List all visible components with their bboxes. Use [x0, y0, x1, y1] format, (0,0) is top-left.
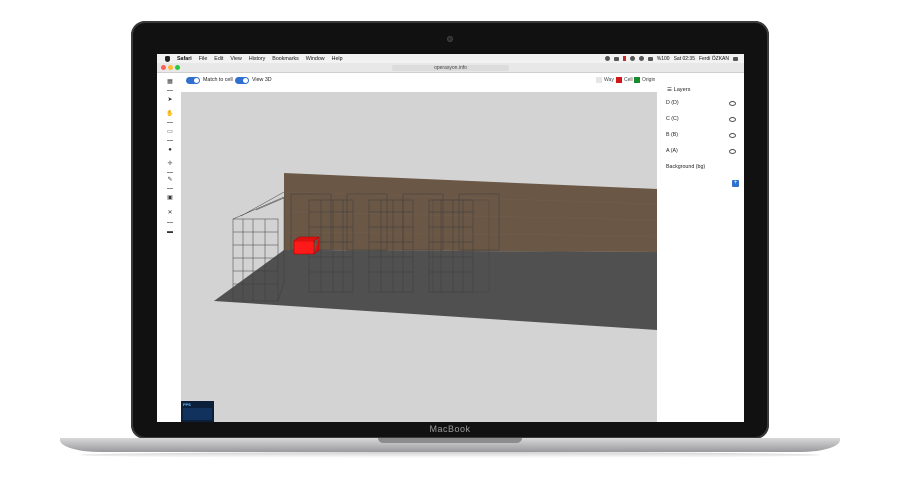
status-icon[interactable]	[613, 56, 619, 61]
divider	[167, 222, 173, 223]
wifi-icon[interactable]	[638, 56, 644, 61]
legend-cell-label: Cell	[624, 77, 633, 83]
scene-canvas[interactable]	[181, 92, 657, 422]
layer-row-background[interactable]: Background (bg)	[666, 163, 736, 171]
layer-row-a[interactable]: A (A)	[666, 147, 736, 155]
3d-viewport[interactable]: FPS	[181, 92, 657, 422]
user-name[interactable]: Ferdi ÖZKAN	[699, 56, 729, 62]
binoculars-icon[interactable]: ●	[166, 146, 174, 154]
legend-origin-swatch	[634, 77, 640, 83]
eye-icon[interactable]	[729, 149, 736, 154]
divider	[167, 172, 173, 173]
grid-icon[interactable]: ▦	[166, 78, 174, 86]
laptop-shadow	[80, 452, 820, 458]
fps-label: FPS	[183, 402, 191, 407]
menu-edit[interactable]: Edit	[214, 56, 223, 62]
layers-title: ☰ Layers	[667, 87, 690, 93]
legend-origin-label: Origin	[642, 77, 656, 83]
address-bar[interactable]: operasyon.info	[392, 64, 509, 71]
app-area: ▦ ➤ ✋ ▭ ● ✛ ✎ ▣ ✕ ▬ Match to cell View 3…	[157, 73, 744, 422]
divider	[167, 90, 173, 91]
trash-icon[interactable]: ▣	[166, 194, 174, 202]
view-options-bar: Match to cell View 3D Way Cell Origin	[183, 75, 659, 88]
layer-row-c[interactable]: C (C)	[666, 115, 736, 123]
menu-history[interactable]: History	[249, 56, 265, 62]
pointer-icon[interactable]: ➤	[166, 96, 174, 104]
camera-icon	[447, 36, 453, 42]
eye-icon[interactable]	[729, 133, 736, 138]
back-wall	[284, 173, 657, 252]
target-icon[interactable]: ✛	[166, 160, 174, 168]
battery-icon[interactable]	[647, 56, 653, 61]
eyedropper-icon[interactable]: ✎	[166, 176, 174, 184]
screen: Safari File Edit View History Bookmarks …	[157, 54, 744, 422]
divider	[167, 140, 173, 141]
keyboard-icon[interactable]: ▬	[166, 228, 174, 236]
hand-icon[interactable]: ✋	[166, 110, 174, 118]
menu-window[interactable]: Window	[306, 56, 325, 62]
layer-label: A (A)	[666, 148, 678, 154]
skype-icon[interactable]	[629, 56, 635, 61]
fps-graph	[183, 408, 212, 420]
brand-label: MacBook	[429, 424, 471, 434]
layers-panel: ☰ Layers D (D) C (C) B (B) A (A) Backgro…	[659, 81, 744, 416]
floor-plane	[214, 250, 657, 330]
menu-bookmarks[interactable]: Bookmarks	[272, 56, 299, 62]
menubar-tray: %100 Sat 02:35 Ferdi ÖZKAN	[604, 54, 738, 63]
clock[interactable]: Sat 02:35	[674, 56, 695, 62]
eye-icon[interactable]	[729, 101, 736, 106]
status-icon[interactable]	[622, 56, 626, 61]
menubar: Safari File Edit View History Bookmarks …	[157, 54, 744, 63]
close-window-icon[interactable]	[161, 65, 166, 70]
frame-icon[interactable]: ▭	[166, 128, 174, 136]
menu-help[interactable]: Help	[332, 56, 343, 62]
add-layer-button[interactable]: +	[732, 180, 739, 187]
fps-stats-panel[interactable]: FPS	[181, 401, 214, 422]
layer-label: Background (bg)	[666, 164, 706, 170]
list-icon: ☰	[667, 87, 673, 93]
match-to-cell-label: Match to cell	[203, 77, 233, 83]
view-3d-label: View 3D	[252, 77, 272, 83]
legend-way-swatch	[596, 77, 602, 83]
view-3d-toggle[interactable]	[235, 77, 249, 84]
expand-icon[interactable]: ✕	[166, 209, 174, 217]
divider	[167, 188, 173, 189]
match-to-cell-toggle[interactable]	[186, 77, 200, 84]
minimize-window-icon[interactable]	[168, 65, 173, 70]
layer-label: D (D)	[666, 100, 679, 106]
layer-label: C (C)	[666, 116, 679, 122]
menu-file[interactable]: File	[199, 56, 208, 62]
battery-percent: %100	[656, 55, 670, 62]
layer-row-b[interactable]: B (B)	[666, 131, 736, 139]
menu-list-icon[interactable]	[733, 56, 738, 61]
status-icon[interactable]	[604, 56, 610, 61]
menu-view[interactable]: View	[230, 56, 241, 62]
laptop-notch	[378, 438, 522, 443]
layers-title-text: Layers	[673, 87, 691, 93]
apple-icon[interactable]	[165, 55, 170, 62]
legend-way-label: Way	[604, 77, 614, 83]
layer-label: B (B)	[666, 132, 679, 138]
selected-cell[interactable]	[293, 240, 315, 255]
legend-cell-swatch	[616, 77, 622, 83]
tool-palette: ▦ ➤ ✋ ▭ ● ✛ ✎ ▣ ✕ ▬	[164, 76, 176, 416]
layer-row-d[interactable]: D (D)	[666, 99, 736, 107]
menu-safari[interactable]: Safari	[177, 56, 192, 62]
divider	[167, 122, 173, 123]
zoom-window-icon[interactable]	[175, 65, 180, 70]
eye-icon[interactable]	[729, 117, 736, 122]
browser-toolbar: operasyon.info	[157, 63, 744, 73]
